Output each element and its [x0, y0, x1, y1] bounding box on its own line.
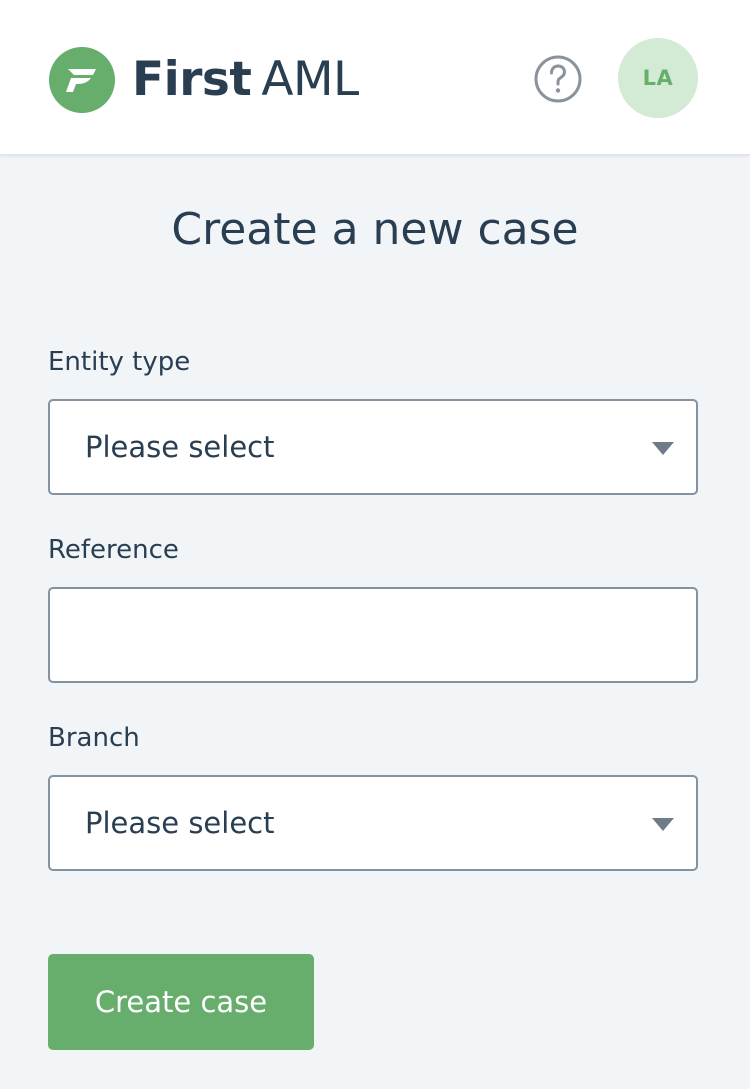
brand-name-light: AML: [261, 52, 359, 107]
top-bar: First AML LA: [0, 0, 750, 155]
user-avatar[interactable]: LA: [618, 38, 698, 118]
reference-label: Reference: [48, 535, 179, 565]
branch-label: Branch: [48, 723, 140, 753]
entity-type-label: Entity type: [48, 347, 191, 377]
chevron-down-icon: [652, 442, 674, 455]
brand-name[interactable]: First AML: [132, 52, 359, 108]
reference-field-wrapper: [48, 587, 698, 683]
reference-input[interactable]: [50, 589, 696, 681]
page-title: Create a new case: [171, 204, 579, 255]
branch-selected-value: Please select: [85, 806, 275, 840]
chevron-down-icon: [652, 818, 674, 831]
entity-type-selected-value: Please select: [85, 430, 275, 464]
create-case-button[interactable]: Create case: [48, 954, 314, 1050]
brand-name-bold: First: [132, 52, 252, 107]
question-circle-icon[interactable]: [533, 54, 583, 104]
entity-type-select[interactable]: Please select: [48, 399, 698, 495]
first-aml-logo-icon[interactable]: [49, 47, 115, 113]
branch-select[interactable]: Please select: [48, 775, 698, 871]
